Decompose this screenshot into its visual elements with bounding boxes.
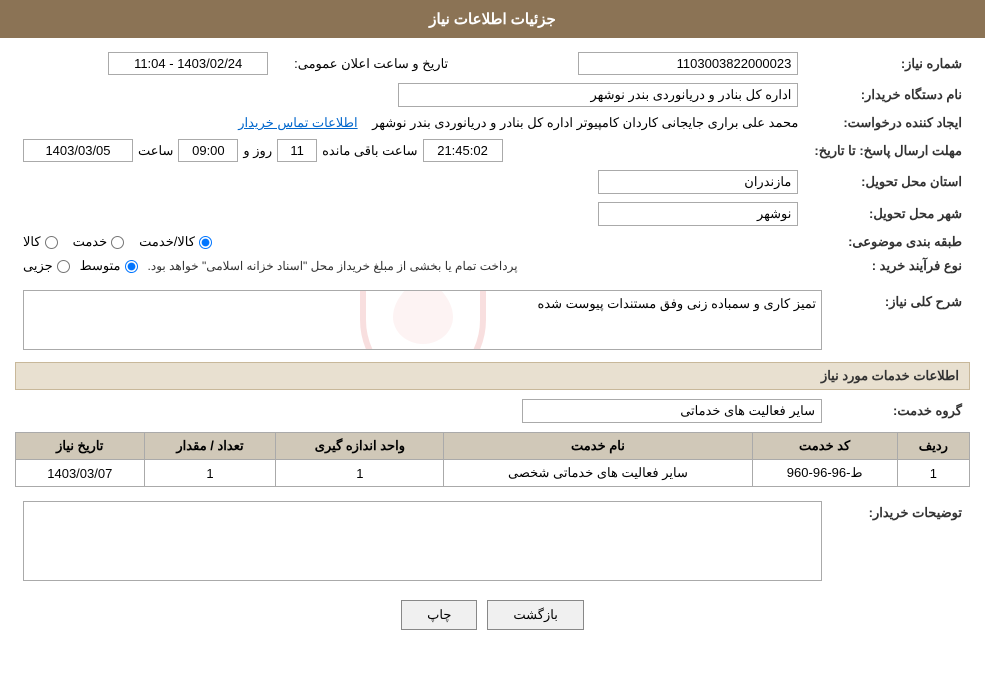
buyer-notes-table: توضیحات خریدار: — [15, 497, 970, 585]
service-group-table: گروه خدمت: سایر فعالیت های خدماتی — [15, 395, 970, 427]
row-province: استان محل تحویل: مازندران — [15, 166, 970, 198]
purchase-type-cell: جزیی متوسط پرداخت تمام یا بخشی از مبلغ خ… — [15, 254, 806, 278]
description-label: شرح کلی نیاز: — [830, 286, 970, 354]
main-info-table: شماره نیاز: 1103003822000023 تاریخ و ساع… — [15, 48, 970, 278]
row-description: شرح کلی نیاز: تمیز کاری و سمباده زنی وفق… — [15, 286, 970, 354]
category-label: طبقه بندی موضوعی: — [806, 230, 970, 254]
row-buyer-notes: توضیحات خریدار: — [15, 497, 970, 585]
buyer-notes-label: توضیحات خریدار: — [830, 497, 970, 585]
radio-kala-input[interactable] — [45, 236, 58, 249]
radio-motovaset[interactable]: متوسط — [80, 258, 138, 274]
radio-khedmat-input[interactable] — [111, 236, 124, 249]
print-button[interactable]: چاپ — [401, 600, 477, 630]
radio-khedmat-label: خدمت — [73, 234, 108, 250]
description-text: تمیز کاری و سمباده زنی وفق مستندات پیوست… — [538, 296, 816, 311]
city-cell: نوشهر — [15, 198, 806, 230]
province-cell: مازندران — [15, 166, 806, 198]
need-number-input: 1103003822000023 — [578, 52, 798, 75]
creator-value: محمد علی براری جایجانی کاردان کامپیوتر ا… — [372, 115, 798, 130]
row-creator: ایجاد کننده درخواست: محمد علی براری جایج… — [15, 111, 970, 135]
need-number-value: 1103003822000023 — [456, 48, 806, 79]
cell-service-code: ط-96-96-960 — [752, 460, 897, 487]
row-service-group: گروه خدمت: سایر فعالیت های خدماتی — [15, 395, 970, 427]
page-title: جزئیات اطلاعات نیاز — [429, 11, 556, 28]
description-area: تمیز کاری و سمباده زنی وفق مستندات پیوست… — [23, 290, 822, 350]
radio-jozvi-input[interactable] — [57, 260, 70, 273]
radio-motovaset-label: متوسط — [80, 258, 121, 274]
send-time-label: ساعت — [138, 143, 173, 159]
row-city: شهر محل تحویل: نوشهر — [15, 198, 970, 230]
watermark-shield-icon — [343, 290, 503, 350]
button-area: بازگشت چاپ — [15, 585, 970, 645]
radio-khedmat[interactable]: خدمت — [73, 234, 125, 250]
service-group-label: گروه خدمت: — [830, 395, 970, 427]
col-row-num: ردیف — [897, 433, 969, 460]
description-table: شرح کلی نیاز: تمیز کاری و سمباده زنی وفق… — [15, 286, 970, 354]
page-container: جزئیات اطلاعات نیاز شماره نیاز: 11030038… — [0, 0, 985, 691]
send-remaining-label: ساعت باقی مانده — [322, 143, 417, 159]
buyer-name-input: اداره کل بنادر و دریانوردی بندر نوشهر — [398, 83, 798, 107]
table-row: 1 ط-96-96-960 سایر فعالیت های خدماتی شخص… — [16, 460, 970, 487]
send-days-input: 11 — [277, 139, 317, 162]
creator-cell: محمد علی براری جایجانی کاردان کامپیوتر ا… — [15, 111, 806, 135]
creator-label: ایجاد کننده درخواست: — [806, 111, 970, 135]
send-time-input: 09:00 — [178, 139, 238, 162]
purchase-note: پرداخت تمام یا بخشی از مبلغ خریداز محل "… — [148, 259, 518, 273]
cell-quantity: 1 — [144, 460, 276, 487]
content-area: شماره نیاز: 1103003822000023 تاریخ و ساع… — [0, 38, 985, 655]
row-purchase-type: نوع فرآیند خرید : جزیی متوسط پرداخت — [15, 254, 970, 278]
announce-date-label: تاریخ و ساعت اعلان عمومی: — [276, 48, 456, 79]
description-cell: تمیز کاری و سمباده زنی وفق مستندات پیوست… — [15, 286, 830, 354]
service-group-cell: سایر فعالیت های خدماتی — [15, 395, 830, 427]
col-service-code: کد خدمت — [752, 433, 897, 460]
buyer-name-label: نام دستگاه خریدار: — [806, 79, 970, 111]
send-date-input: 1403/03/05 — [23, 139, 133, 162]
announce-date-input: 1403/02/24 - 11:04 — [108, 52, 268, 75]
radio-kala-khedmat[interactable]: کالا/خدمت — [139, 234, 212, 250]
services-table-body: 1 ط-96-96-960 سایر فعالیت های خدماتی شخص… — [16, 460, 970, 487]
radio-jozvi-label: جزیی — [23, 258, 53, 274]
radio-kala-khedmat-input[interactable] — [199, 236, 212, 249]
send-days-label: روز و — [243, 143, 272, 159]
row-need-number: شماره نیاز: 1103003822000023 تاریخ و ساع… — [15, 48, 970, 79]
row-buyer-name: نام دستگاه خریدار: اداره کل بنادر و دریا… — [15, 79, 970, 111]
cell-date: 1403/03/07 — [16, 460, 145, 487]
radio-kala[interactable]: کالا — [23, 234, 58, 250]
col-date: تاریخ نیاز — [16, 433, 145, 460]
cell-row-num: 1 — [897, 460, 969, 487]
send-remaining-input: 21:45:02 — [423, 139, 503, 162]
province-label: استان محل تحویل: — [806, 166, 970, 198]
creator-link[interactable]: اطلاعات تماس خریدار — [238, 115, 357, 130]
back-button[interactable]: بازگشت — [487, 600, 583, 630]
cell-service-name: سایر فعالیت های خدماتی شخصی — [444, 460, 752, 487]
radio-jozvi[interactable]: جزیی — [23, 258, 70, 274]
category-cell: کالا خدمت کالا/خدمت — [15, 230, 806, 254]
need-number-label: شماره نیاز: — [806, 48, 970, 79]
city-label: شهر محل تحویل: — [806, 198, 970, 230]
announce-date-value: 1403/02/24 - 11:04 — [15, 48, 276, 79]
radio-motovaset-input[interactable] — [125, 260, 138, 273]
row-send-deadline: مهلت ارسال پاسخ: تا تاریخ: 1403/03/05 سا… — [15, 135, 970, 166]
send-deadline-label: مهلت ارسال پاسخ: تا تاریخ: — [806, 135, 970, 166]
purchase-type-label: نوع فرآیند خرید : — [806, 254, 970, 278]
radio-kala-label: کالا — [23, 234, 41, 250]
services-table: ردیف کد خدمت نام خدمت واحد اندازه گیری ت… — [15, 432, 970, 487]
services-table-header: ردیف کد خدمت نام خدمت واحد اندازه گیری ت… — [16, 433, 970, 460]
radio-kala-khedmat-label: کالا/خدمت — [139, 234, 195, 250]
service-group-input: سایر فعالیت های خدماتی — [522, 399, 822, 423]
cell-unit: 1 — [276, 460, 444, 487]
services-section-title: اطلاعات خدمات مورد نیاز — [15, 362, 970, 390]
buyer-name-cell: اداره کل بنادر و دریانوردی بندر نوشهر — [15, 79, 806, 111]
row-category: طبقه بندی موضوعی: کالا خدمت — [15, 230, 970, 254]
province-input: مازندران — [598, 170, 798, 194]
buyer-notes-cell — [15, 497, 830, 585]
page-header: جزئیات اطلاعات نیاز — [0, 0, 985, 38]
col-unit: واحد اندازه گیری — [276, 433, 444, 460]
send-deadline-cell: 1403/03/05 ساعت 09:00 روز و 11 ساعت باقی… — [15, 135, 806, 166]
col-quantity: تعداد / مقدار — [144, 433, 276, 460]
col-service-name: نام خدمت — [444, 433, 752, 460]
city-input: نوشهر — [598, 202, 798, 226]
buyer-notes-area — [23, 501, 822, 581]
